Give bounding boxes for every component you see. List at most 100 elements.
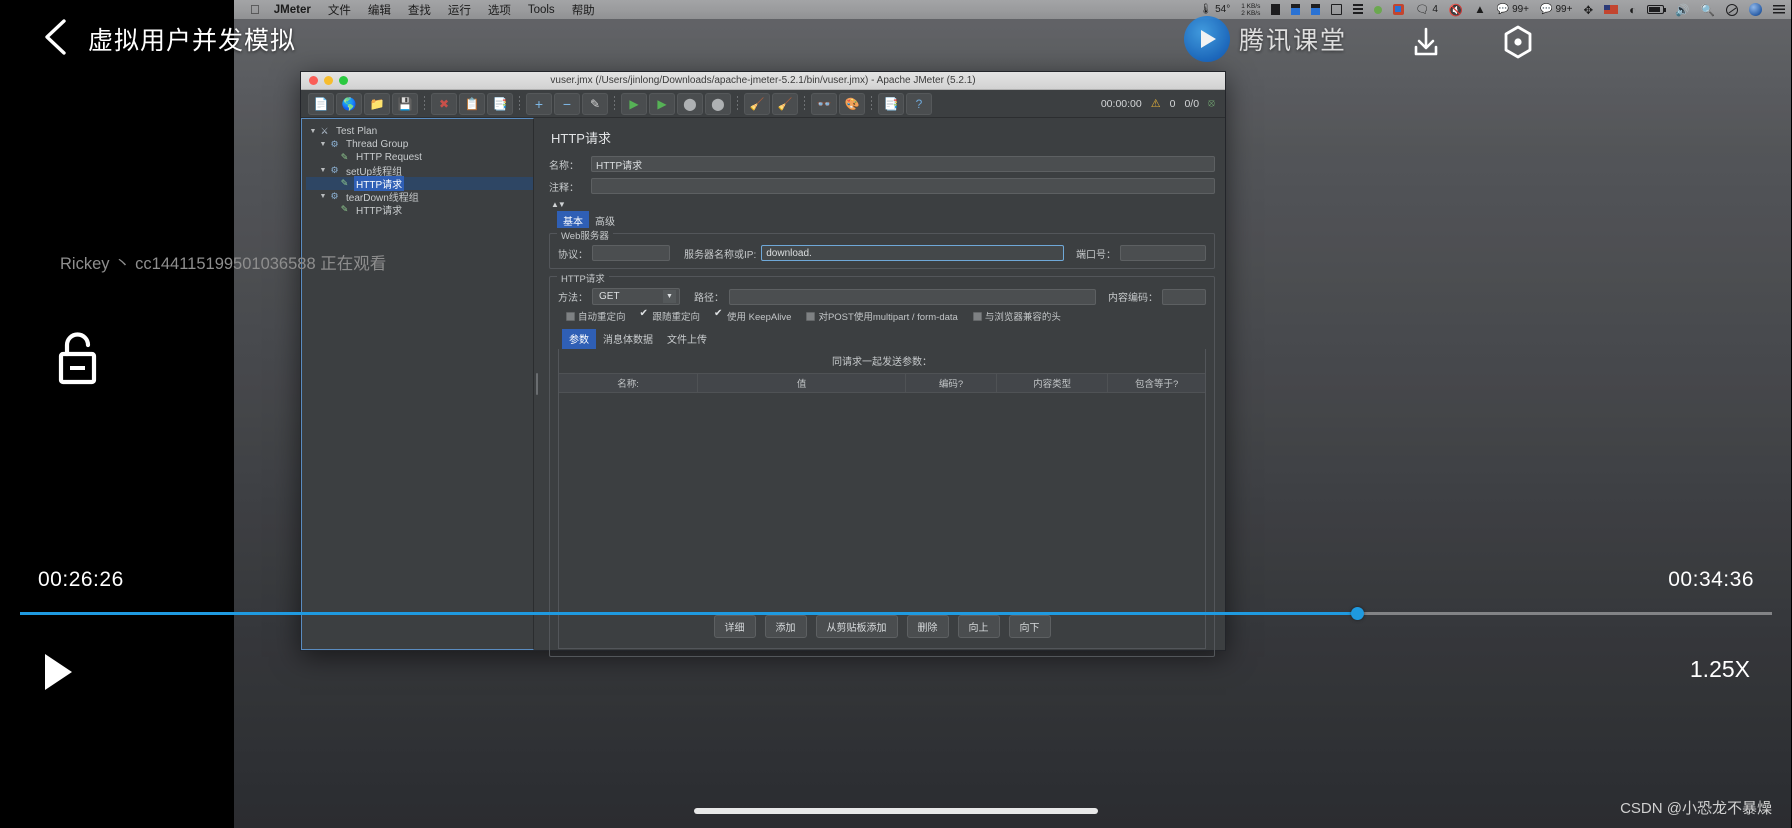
siri-icon[interactable] <box>1749 3 1762 16</box>
chevron-down-icon[interactable]: ▼ <box>308 128 318 135</box>
chevron-down-icon[interactable]: ▼ <box>663 290 676 303</box>
name-input[interactable]: HTTP请求 <box>591 156 1215 172</box>
paste-button[interactable]: 📑 <box>487 92 513 115</box>
chevron-down-icon[interactable]: ▼ <box>318 193 328 200</box>
detail-button[interactable]: 详细 <box>713 615 756 638</box>
progress-knob[interactable] <box>1350 607 1364 620</box>
wechat-indicator-1[interactable]: 💬 99+ <box>1497 4 1529 15</box>
memory-icon[interactable] <box>1291 4 1301 15</box>
open-button[interactable]: 📁 <box>364 92 390 115</box>
playback-speed-label[interactable]: 1.25X <box>1690 656 1750 683</box>
menu-item-search[interactable]: 查找 <box>408 2 431 18</box>
tree-item-teardown-thread-group[interactable]: ▼ ⚙ tearDown线程组 <box>306 190 533 204</box>
clear-button[interactable]: 🧹 <box>744 92 770 115</box>
chevron-down-icon[interactable]: ▼ <box>318 141 328 148</box>
function-helper-button[interactable]: 📑 <box>878 92 904 115</box>
checkbox-keepalive[interactable]: 使用 KeepAlive <box>714 308 791 324</box>
hardhat-icon[interactable]: ▲ <box>1474 4 1485 16</box>
temperature-indicator[interactable]: 🌡 54° <box>1199 4 1230 15</box>
method-select[interactable]: GET ▼ <box>592 288 680 305</box>
expand-all-button[interactable]: + <box>526 92 552 115</box>
save-button[interactable]: 💾 <box>392 92 418 115</box>
target-icon[interactable]: ⦻ <box>1208 97 1215 110</box>
battery-icon[interactable] <box>1647 5 1667 14</box>
tree-item-thread-group[interactable]: ▼ ⚙ Thread Group <box>306 138 533 151</box>
status-dot-icon[interactable] <box>1374 5 1383 14</box>
test-plan-tree[interactable]: ▼ ⚔ Test Plan ▼ ⚙ Thread Group ✎ HTTP Re… <box>301 118 534 650</box>
wifi-icon[interactable]: ◐ <box>1629 3 1636 17</box>
encoding-input[interactable] <box>1162 288 1206 305</box>
menu-item-run[interactable]: 运行 <box>448 2 471 18</box>
settings-hexagon-icon[interactable] <box>1496 20 1540 64</box>
port-input[interactable] <box>1120 245 1206 261</box>
play-button[interactable] <box>42 652 74 692</box>
add-button[interactable]: 添加 <box>764 615 807 638</box>
move-up-button[interactable]: 向上 <box>957 615 1000 638</box>
menu-item-help[interactable]: 帮助 <box>572 2 595 18</box>
checkbox-auto-redirect[interactable]: 自动重定向 <box>566 309 626 323</box>
collapse-expand-icon[interactable]: ▲▼ <box>551 200 1215 209</box>
volume-icon[interactable]: 🔊 <box>1675 3 1689 17</box>
download-icon[interactable] <box>1404 20 1448 64</box>
path-input[interactable] <box>729 288 1096 305</box>
checkbox-browser-compatible-headers[interactable]: 与浏览器兼容的头 <box>972 309 1061 323</box>
menu-item-edit[interactable]: 编辑 <box>368 2 391 18</box>
screenshot-app-icon[interactable] <box>1393 4 1405 15</box>
chevron-down-icon[interactable]: ▼ <box>318 167 328 174</box>
move-icon[interactable]: ✥ <box>1583 3 1593 17</box>
apple-icon[interactable]:  <box>250 3 260 16</box>
start-no-pauses-button[interactable]: ▶ <box>649 92 675 115</box>
qq-indicator[interactable]: 🗨 4 <box>1415 3 1438 16</box>
warning-triangle-icon[interactable]: ⚠ <box>1151 97 1161 110</box>
tree-item-http-request-teardown[interactable]: ✎ HTTP请求 <box>306 203 533 217</box>
menu-item-options[interactable]: 选项 <box>488 2 511 18</box>
menu-item-jmeter[interactable]: JMeter <box>274 4 311 16</box>
progress-bar[interactable] <box>20 607 1772 620</box>
copy-button[interactable]: 📋 <box>459 92 485 115</box>
search-button[interactable]: 👓 <box>811 92 837 115</box>
delete-button[interactable]: 删除 <box>906 615 949 638</box>
new-button[interactable]: 📄 <box>308 92 334 115</box>
tab-parameters[interactable]: 参数 <box>562 329 596 349</box>
spotlight-search-icon[interactable]: 🔍 <box>1701 3 1715 17</box>
server-label: 服务器名称或IP: <box>684 249 757 261</box>
templates-button[interactable]: 🌎 <box>336 92 362 115</box>
checkbox-follow-redirect[interactable]: 跟随重定向 <box>640 308 701 324</box>
stop-button[interactable]: ⬤ <box>677 92 703 115</box>
start-button[interactable]: ▶ <box>621 92 647 115</box>
tab-file-upload[interactable]: 文件上传 <box>660 329 714 349</box>
move-down-button[interactable]: 向下 <box>1008 615 1051 638</box>
clear-all-button[interactable]: 🧹 <box>772 92 798 115</box>
comment-input[interactable] <box>591 178 1215 194</box>
server-input[interactable]: download. <box>761 245 1064 261</box>
toggle-button[interactable]: ✎ <box>582 92 608 115</box>
square-icon[interactable] <box>1331 4 1343 15</box>
mute-icon[interactable]: 🔇 <box>1449 3 1463 17</box>
menu-item-file[interactable]: 文件 <box>328 2 351 18</box>
equalizer-icon[interactable] <box>1353 4 1364 15</box>
disk-icon[interactable] <box>1311 4 1321 15</box>
menu-item-tools[interactable]: Tools <box>528 4 555 16</box>
wechat-indicator-2[interactable]: 💬 99+ <box>1540 4 1572 15</box>
input-source-flag-icon[interactable] <box>1604 5 1619 14</box>
collapse-all-button[interactable]: − <box>554 92 580 115</box>
protocol-input[interactable] <box>592 245 670 261</box>
tree-item-setup-thread-group[interactable]: ▼ ⚙ setUp线程组 <box>306 164 533 178</box>
parameters-table-body[interactable] <box>559 393 1205 608</box>
display-icon[interactable] <box>1271 4 1281 15</box>
add-from-clipboard-button[interactable]: 从剪贴板添加 <box>815 615 898 638</box>
tab-body-data[interactable]: 消息体数据 <box>596 329 660 349</box>
tree-item-test-plan[interactable]: ▼ ⚔ Test Plan <box>306 125 533 138</box>
help-button[interactable]: ? <box>906 92 932 115</box>
cut-button[interactable]: ✖ <box>431 92 457 115</box>
do-not-disturb-icon[interactable] <box>1726 3 1738 16</box>
unlock-icon[interactable] <box>55 330 100 388</box>
tree-item-http-request[interactable]: ✎ HTTP Request <box>306 151 533 164</box>
control-center-icon[interactable] <box>1773 5 1785 14</box>
reset-search-button[interactable]: 🎨 <box>839 92 865 115</box>
checkbox-multipart[interactable]: 对POST使用multipart / form-data <box>806 309 958 323</box>
network-rate-indicator[interactable]: 1 KB/s 2 KB/s <box>1241 3 1260 17</box>
tree-item-label: Test Plan <box>336 126 378 137</box>
shutdown-button[interactable]: ⬤ <box>705 92 731 115</box>
back-button[interactable] <box>40 17 74 57</box>
